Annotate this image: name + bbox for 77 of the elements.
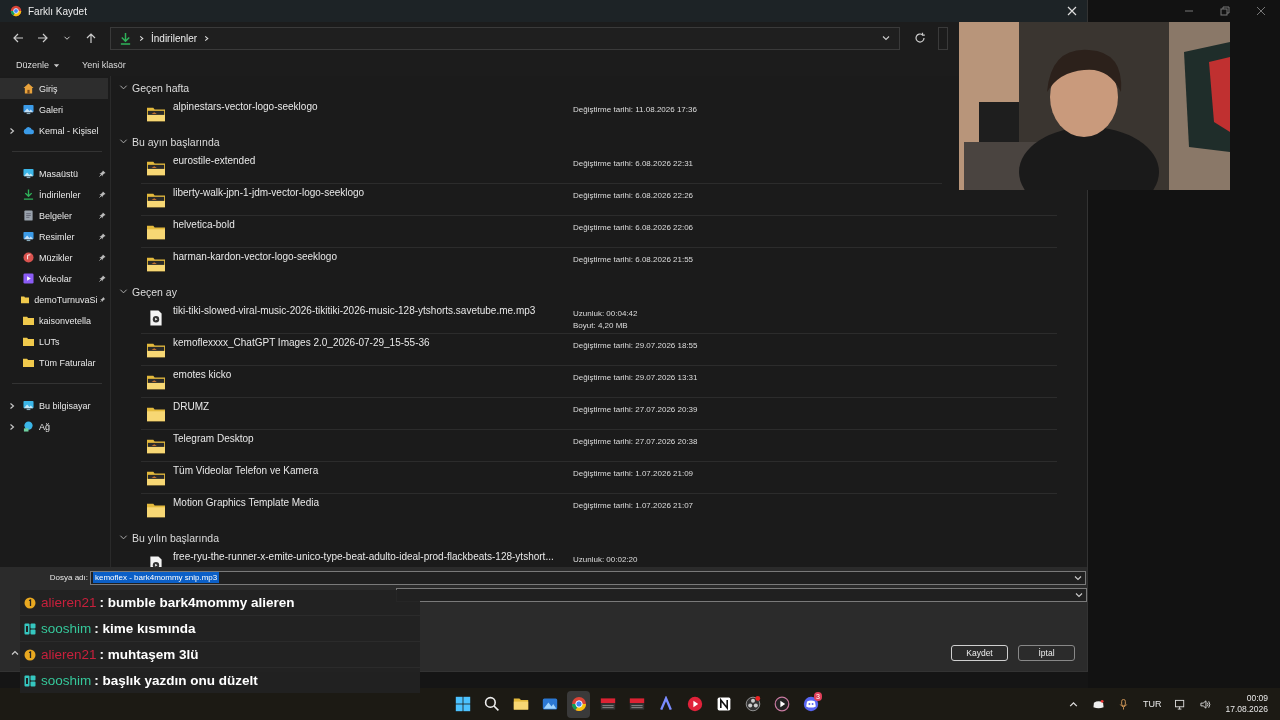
file-name: kemoflexxxx_ChatGPT Images 2.0_2026-07-29_15-55-36 — [173, 336, 431, 348]
chat-username: sooshim — [41, 673, 92, 688]
sidebar-item[interactable]: Kemal - Kişisel — [0, 120, 108, 141]
sidebar-item[interactable]: İndirilenler — [0, 184, 108, 205]
file-detail: Boyut: 4,20 MB — [573, 320, 629, 332]
file-row[interactable]: kemoflexxxx_ChatGPT Images 2.0_2026-07-29_15-55-36 Değiştirme tarihi: 29.07.2026 18:55 — [141, 334, 1057, 366]
chat-text: : bumble bark4mommy alieren — [99, 595, 295, 610]
chat-text: : kime kısmında — [94, 621, 196, 636]
file-name: free-ryu-the-runner-x-emite-unico-type-beat-adulto-ideal-prod-flackbeats-128-ytshort... — [173, 550, 555, 562]
file-row[interactable]: alpinestars-vector-logo-seeklogo Değiştirme tarihi: 11.08.2026 17:36 — [141, 98, 942, 130]
cancel-button[interactable]: İptal — [1018, 645, 1075, 661]
file-name: Telegram Desktop — [173, 432, 255, 444]
file-detail: Değiştirme tarihi: 29.07.2026 13:31 — [573, 372, 698, 384]
file-row[interactable]: Telegram Desktop Değiştirme tarihi: 27.07.2026 20:38 — [141, 430, 1057, 462]
file-name: DRUMZ — [173, 400, 211, 412]
file-name: alpinestars-vector-logo-seeklogo — [173, 100, 319, 112]
chat-text: : başlık yazdın onu düzelt — [94, 673, 258, 688]
file-name: helvetica-bold — [173, 218, 236, 230]
window-title: Farklı Kaydet — [28, 5, 87, 17]
file-row[interactable]: emotes kicko Değiştirme tarihi: 29.07.2026 13:31 — [141, 366, 1057, 398]
sidebar-item[interactable]: Ağ — [0, 416, 108, 437]
file-row[interactable]: helvetica-bold Değiştirme tarihi: 6.08.2026 22:06 — [141, 216, 1057, 248]
file-name: liberty-walk-jpn-1-jdm-vector-logo-seeklogo — [173, 186, 366, 198]
file-row[interactable]: harman-kardon-vector-logo-seeklogo Değiştirme tarihi: 6.08.2026 21:55 — [141, 248, 1057, 280]
file-name: emotes kicko — [173, 368, 233, 380]
sidebar-item[interactable]: Müzikler — [0, 247, 108, 268]
chat-username: alieren21 — [41, 595, 97, 610]
file-name: harman-kardon-vector-logo-seeklogo — [173, 250, 338, 262]
sidebar-item[interactable]: Bu bilgisayar — [0, 395, 108, 416]
group-header[interactable]: Geçen ay — [117, 281, 1067, 302]
file-detail: Değiştirme tarihi: 27.07.2026 20:39 — [573, 404, 698, 416]
file-row[interactable]: eurostile-extended Değiştirme tarihi: 6.08.2026 22:31 — [141, 152, 942, 184]
breadcrumb[interactable]: İndirilenler — [151, 32, 198, 44]
sidebar-item[interactable]: LUTs — [0, 331, 108, 352]
sidebar-item[interactable]: Galeri — [0, 99, 108, 120]
file-detail: Uzunluk: 00:02:20 — [573, 554, 638, 566]
clock-date[interactable]: 17.08.2026 — [1225, 704, 1268, 715]
file-name: eurostile-extended — [173, 154, 257, 166]
language-indicator[interactable]: TUR — [1142, 699, 1162, 709]
file-name: Tüm Videolar Telefon ve Kamera — [173, 464, 320, 476]
sidebar-item[interactable]: kaisonvetella — [0, 310, 108, 331]
sidebar-item[interactable]: Masaüstü — [0, 163, 108, 184]
file-detail: Değiştirme tarihi: 29.07.2026 18:55 — [573, 340, 698, 352]
sidebar-item[interactable]: Tüm Faturalar — [0, 352, 108, 373]
group-header[interactable]: Bu ayın başlarında — [117, 131, 942, 152]
sidebar-item[interactable]: Videolar — [0, 268, 108, 289]
file-detail: Değiştirme tarihi: 11.08.2026 17:36 — [573, 104, 697, 116]
file-detail: Değiştirme tarihi: 6.08.2026 22:06 — [573, 222, 694, 234]
chat-text: : muhtaşem 3lü — [99, 647, 199, 662]
chat-username: alieren21 — [41, 647, 97, 662]
clock-time[interactable]: 00:09 — [1246, 693, 1268, 704]
file-name-label: Dosya adı: — [48, 573, 89, 582]
sidebar-item[interactable]: demoTurnuvaSi — [0, 289, 108, 310]
organize-menu[interactable]: Düzenle — [10, 58, 67, 72]
sidebar-item[interactable]: Giriş — [0, 78, 108, 99]
group-header[interactable]: Bu yılın başlarında — [117, 527, 1067, 548]
file-row[interactable]: tiki-tiki-slowed-viral-music-2026-tikitiki-2026-music-128-ytshorts.savetube.me.mp3 Uzunluk: 00:04:42 Boyut: 4,20 MB — [141, 302, 1057, 334]
file-detail: Değiştirme tarihi: 1.07.2026 21:09 — [573, 468, 694, 480]
file-name: tiki-tiki-slowed-viral-music-2026-tikitiki-2026-music-128-ytshorts.savetube.me.mp3 — [173, 304, 537, 316]
chat-username: sooshim — [41, 621, 92, 636]
file-detail: Değiştirme tarihi: 27.07.2026 20:38 — [573, 436, 698, 448]
sidebar-item[interactable]: Belgeler — [0, 205, 108, 226]
file-row[interactable]: Tüm Videolar Telefon ve Kamera Değiştirme tarihi: 1.07.2026 21:09 — [141, 462, 1057, 494]
file-row[interactable]: Motion Graphics Template Media Değiştirme tarihi: 1.07.2026 21:07 — [141, 494, 1057, 526]
group-header[interactable]: Geçen hafta — [117, 77, 942, 98]
file-detail: Değiştirme tarihi: 6.08.2026 21:55 — [573, 254, 694, 266]
file-name: Motion Graphics Template Media — [173, 496, 320, 508]
file-detail: Uzunluk: 00:04:42 — [573, 308, 638, 320]
sidebar-item[interactable]: Resimler — [0, 226, 108, 247]
file-detail: Değiştirme tarihi: 6.08.2026 22:31 — [573, 158, 694, 170]
save-button[interactable]: Kaydet — [951, 645, 1008, 661]
file-name-field[interactable]: kemoflex - bark4mommy snip.mp3 — [90, 570, 1086, 585]
file-detail: Değiştirme tarihi: 1.07.2026 21:07 — [573, 500, 694, 512]
file-detail: Değiştirme tarihi: 6.08.2026 22:26 — [573, 190, 694, 202]
file-row[interactable]: DRUMZ Değiştirme tarihi: 27.07.2026 20:39 — [141, 398, 1057, 430]
new-folder-button[interactable]: Yeni klasör — [76, 58, 132, 72]
address-bar[interactable]: İndirilenler — [110, 26, 900, 50]
